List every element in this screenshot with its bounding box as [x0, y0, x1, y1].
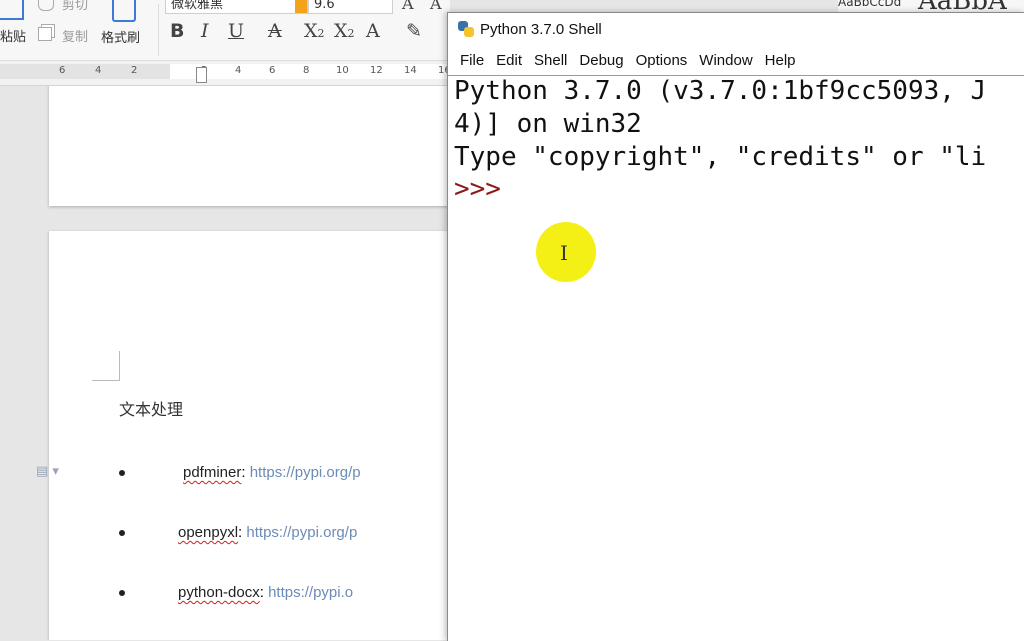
font-name-select[interactable]: 微软雅黑 — [165, 0, 308, 14]
document-heading: 文本处理 — [119, 400, 184, 419]
separator: : — [259, 584, 264, 601]
cut-button[interactable]: 剪切 — [62, 0, 88, 13]
ribbon-toolbar: 粘贴 剪切 复制 格式刷 微软雅黑 9.6 A A B I U A X2 X2 … — [0, 0, 450, 61]
text-cursor-icon: I — [560, 241, 568, 265]
package-link[interactable]: https://pypi.org/p — [250, 464, 361, 481]
ruler-tick: 6 — [269, 65, 276, 76]
menu-bar: File Edit Shell Debug Options Window Hel… — [448, 45, 1024, 75]
window-titlebar[interactable]: Python 3.7.0 Shell — [448, 13, 1024, 45]
bold-icon[interactable]: B — [170, 20, 184, 42]
console-output-line: 4)] on win32 — [454, 109, 642, 139]
bullet-icon — [119, 590, 125, 597]
paste-button[interactable]: 粘贴 — [0, 26, 26, 45]
cut-icon[interactable] — [38, 0, 54, 11]
window-title: Python 3.7.0 Shell — [480, 20, 602, 38]
highlight-icon[interactable]: ✎ — [406, 20, 422, 42]
horizontal-ruler: 6 4 2 2 4 6 8 10 12 14 16 — [0, 61, 450, 86]
python-icon — [458, 21, 474, 37]
document-page[interactable] — [49, 86, 450, 206]
margin-corner-mark — [92, 351, 120, 381]
menu-debug[interactable]: Debug — [573, 52, 629, 69]
format-painter-button[interactable]: 格式刷 — [101, 27, 140, 46]
format-painter-icon[interactable] — [112, 0, 136, 22]
subscript-icon[interactable]: X2 — [334, 20, 355, 42]
italic-icon[interactable]: I — [201, 20, 209, 42]
list-item: pdfminer: https://pypi.org/p — [119, 464, 361, 481]
ruler-tick: 12 — [370, 65, 383, 76]
underline-icon[interactable]: U — [228, 20, 244, 42]
package-name: python-docx — [178, 584, 260, 601]
font-name-value: 微软雅黑 — [171, 0, 224, 12]
grow-font-icon[interactable]: A — [402, 0, 414, 13]
ruler-tick: 2 — [131, 65, 138, 76]
font-size-select[interactable]: 9.6 — [308, 0, 393, 14]
ruler-tick: 10 — [336, 65, 349, 76]
ruler-tick: 14 — [404, 65, 417, 76]
copy-button[interactable]: 复制 — [62, 26, 88, 45]
indent-marker[interactable] — [196, 67, 207, 83]
ribbon-divider — [158, 4, 159, 56]
package-name: openpyxl — [178, 524, 239, 541]
ruler-tick: 4 — [235, 65, 242, 76]
separator: : — [238, 524, 243, 541]
style-preview[interactable]: AaBbCcDd — [838, 0, 901, 9]
list-item: openpyxl: https://pypi.org/p — [119, 524, 357, 541]
font-size-value: 9.6 — [314, 0, 335, 12]
package-link[interactable]: https://pypi.o — [268, 584, 353, 601]
ruler-tick: 8 — [303, 65, 310, 76]
copy-icon[interactable] — [38, 27, 52, 41]
shrink-font-icon[interactable]: A — [430, 0, 442, 13]
strikethrough-icon[interactable]: A — [268, 20, 282, 42]
shell-prompt[interactable]: >>> — [454, 174, 501, 204]
document-page[interactable] — [49, 231, 450, 640]
menu-shell[interactable]: Shell — [528, 52, 573, 69]
chevron-down-icon[interactable] — [295, 0, 307, 13]
superscript-icon[interactable]: X2 — [304, 20, 325, 42]
console-output-line: Python 3.7.0 (v3.7.0:1bf9cc5093, J — [454, 76, 987, 106]
shell-console[interactable]: Python 3.7.0 (v3.7.0:1bf9cc5093, J 4)] o… — [448, 75, 1024, 641]
style-gallery[interactable]: AaBbCcDd AaBbA — [838, 0, 1024, 12]
bullet-icon — [119, 470, 125, 477]
ruler-tick: 6 — [59, 65, 66, 76]
package-link[interactable]: https://pypi.org/p — [246, 524, 357, 541]
package-name: pdfminer — [183, 464, 242, 481]
menu-options[interactable]: Options — [630, 52, 694, 69]
text-effect-icon[interactable]: A — [366, 20, 380, 42]
ruler-tick: 4 — [95, 65, 102, 76]
menu-edit[interactable]: Edit — [490, 52, 528, 69]
python-shell-window[interactable]: Python 3.7.0 Shell File Edit Shell Debug… — [447, 12, 1024, 641]
paragraph-options-icon[interactable]: ▤ ▾ — [36, 464, 59, 479]
ruler-margin — [0, 64, 170, 79]
separator: : — [241, 464, 246, 481]
paste-icon[interactable] — [0, 0, 24, 20]
list-item: python-docx: https://pypi.o — [119, 584, 353, 601]
menu-help[interactable]: Help — [759, 52, 802, 69]
document-canvas: 文本处理 ▤ ▾ pdfminer: https://pypi.org/p op… — [0, 86, 450, 640]
menu-window[interactable]: Window — [693, 52, 758, 69]
bullet-icon — [119, 530, 125, 537]
menu-file[interactable]: File — [454, 52, 490, 69]
style-preview[interactable]: AaBbA — [918, 0, 1007, 12]
console-output-line: Type "copyright", "credits" or "li — [454, 142, 987, 172]
